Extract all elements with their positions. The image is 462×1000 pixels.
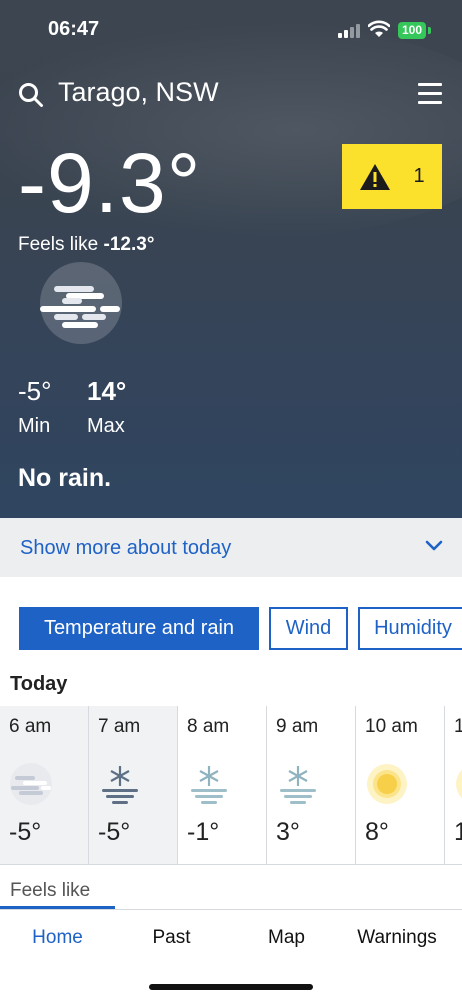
hour-temp: 3° xyxy=(276,818,300,846)
chevron-down-icon[interactable] xyxy=(425,540,443,552)
warning-triangle-icon xyxy=(360,163,391,190)
max-temp-label: Max xyxy=(87,415,125,437)
hour-time: 10 am xyxy=(365,716,418,737)
frost-icon xyxy=(102,766,138,804)
fog-icon xyxy=(10,763,52,805)
tab-humidity[interactable]: Humidity xyxy=(358,607,462,650)
hour-temp: 8° xyxy=(365,818,389,846)
search-icon[interactable] xyxy=(18,82,44,108)
hour-temp: 1 xyxy=(454,818,462,846)
feels-like-value: -12.3° xyxy=(103,234,155,255)
status-time: 06:47 xyxy=(48,18,100,40)
hour-temp: -1° xyxy=(187,818,220,846)
nav-home[interactable]: Home xyxy=(0,927,115,949)
hour-temp: -5° xyxy=(98,818,131,846)
hour-column: 9 am 3° xyxy=(267,706,356,864)
current-temperature: -9.3° xyxy=(18,136,202,230)
max-temp: 14° Max xyxy=(87,376,126,438)
hour-time: 7 am xyxy=(98,716,141,737)
feels-like-label: Feels like xyxy=(18,234,99,255)
divider xyxy=(0,864,462,865)
hour-column: 10 am 8° xyxy=(356,706,445,864)
location-name[interactable]: Tarago, NSW xyxy=(58,77,219,108)
hamburger-menu-icon[interactable] xyxy=(418,83,442,110)
min-temp-label: Min xyxy=(18,415,51,437)
hour-column: 6 am -5° xyxy=(0,706,89,864)
warning-badge[interactable]: 1 xyxy=(342,144,442,209)
show-more-today-button[interactable]: Show more about today xyxy=(0,518,462,577)
sunny-icon xyxy=(456,769,462,799)
min-temp: -5° Min xyxy=(18,376,52,438)
feels-like: Feels like -12.3° xyxy=(18,234,154,256)
hour-column: 8 am -1° xyxy=(178,706,267,864)
max-temp-value: 14° xyxy=(87,376,127,406)
hour-time: 8 am xyxy=(187,716,230,737)
nav-past[interactable]: Past xyxy=(114,927,229,949)
nav-warnings[interactable]: Warnings xyxy=(332,927,462,949)
show-more-label: Show more about today xyxy=(20,537,232,559)
home-indicator[interactable] xyxy=(149,984,313,990)
rain-summary: No rain. xyxy=(18,464,112,492)
wifi-icon xyxy=(368,20,390,37)
sunny-icon xyxy=(367,764,407,804)
nav-map[interactable]: Map xyxy=(229,927,344,949)
cellular-signal-icon xyxy=(338,24,362,38)
battery-indicator: 100 xyxy=(398,22,426,39)
min-temp-value: -5° xyxy=(18,376,52,406)
hourly-heading: Today xyxy=(10,673,68,695)
fog-icon xyxy=(40,262,122,344)
tab-temperature-and-rain[interactable]: Temperature and rain xyxy=(19,607,259,650)
hour-time: 9 am xyxy=(276,716,319,737)
warning-count: 1 xyxy=(413,165,425,187)
frost-icon xyxy=(191,766,227,804)
hour-time: 6 am xyxy=(9,716,52,737)
tab-wind[interactable]: Wind xyxy=(269,607,348,650)
feels-like-row-label: Feels like xyxy=(10,880,91,901)
frost-icon xyxy=(280,766,316,804)
hour-time: 1 xyxy=(454,716,462,737)
battery-tip xyxy=(428,27,431,34)
hour-temp: -5° xyxy=(9,818,42,846)
hour-column: 7 am -5° xyxy=(89,706,178,864)
hourly-forecast[interactable]: 6 am -5° 7 am -5° 8 am -1° 9 am 3° 10 am… xyxy=(0,706,462,864)
hero-panel: 06:47 100 Tarago, NSW -9.3° 1 Feels like… xyxy=(0,0,462,518)
hour-column: 1 1 xyxy=(445,706,462,864)
nav-divider xyxy=(0,909,462,910)
